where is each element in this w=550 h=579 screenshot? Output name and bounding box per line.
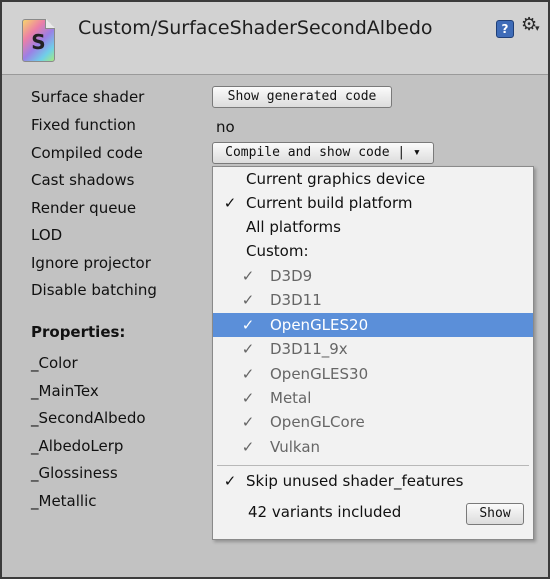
show-variants-button[interactable]: Show (466, 503, 524, 525)
cast-shadows-label: Cast shadows (31, 171, 135, 189)
render-queue-label: Render queue (31, 199, 137, 217)
lod-label: LOD (31, 226, 63, 244)
checkmark-icon: ✓ (241, 413, 255, 431)
menu-item-opengles20[interactable]: ✓ OpenGLES20 (213, 313, 533, 337)
menu-item-label: OpenGLES20 (270, 316, 369, 334)
properties-heading: Properties: (31, 323, 126, 341)
inspector-header: S Custom/SurfaceShaderSecondAlbedo ? ⚙ ▾ (2, 2, 548, 75)
checkmark-icon: ✓ (241, 267, 255, 285)
checkmark-icon: ✓ (241, 389, 255, 407)
menu-item-label: Current build platform (246, 194, 413, 212)
checkmark-icon: ✓ (241, 340, 255, 358)
menu-item-all-platforms[interactable]: All platforms (213, 215, 533, 239)
surface-shader-label: Surface shader (31, 88, 145, 106)
menu-item-current-graphics-device[interactable]: Current graphics device (213, 167, 533, 191)
inspector-panel: S Custom/SurfaceShaderSecondAlbedo ? ⚙ ▾… (0, 0, 550, 579)
menu-item-label: Vulkan (270, 438, 321, 456)
menu-item-label: Metal (270, 389, 312, 407)
property-item: _AlbedoLerp (31, 437, 124, 455)
menu-item-vulkan[interactable]: ✓ Vulkan (213, 435, 533, 459)
menu-item-metal[interactable]: ✓ Metal (213, 386, 533, 410)
compile-platform-menu: Current graphics device ✓ Current build pl… (212, 166, 534, 540)
shader-icon-letter: S (31, 30, 46, 54)
chevron-down-icon[interactable]: ▾ (535, 24, 540, 34)
checkmark-icon: ✓ (241, 365, 255, 383)
variants-count: 42 variants included (248, 503, 402, 521)
fixed-function-value: no (216, 118, 235, 136)
menu-item-custom[interactable]: Custom: (213, 239, 533, 263)
compile-and-show-code-button[interactable]: Compile and show code | ▾ (212, 142, 434, 164)
menu-item-label: D3D11_9x (270, 340, 348, 358)
property-item: _MainTex (31, 382, 99, 400)
shader-file-icon: S (22, 19, 55, 62)
menu-item-current-build-platform[interactable]: ✓ Current build platform (213, 191, 533, 215)
compiled-code-label: Compiled code (31, 144, 143, 162)
menu-item-label: Current graphics device (246, 170, 426, 188)
property-item: _SecondAlbedo (31, 409, 146, 427)
checkmark-icon: ✓ (223, 194, 237, 212)
checkmark-icon: ✓ (241, 291, 255, 309)
menu-item-skip-unused-shader-features[interactable]: ✓ Skip unused shader_features (213, 469, 533, 493)
page-fold-icon (45, 19, 55, 29)
menu-item-d3d11-9x[interactable]: ✓ D3D11_9x (213, 337, 533, 361)
menu-item-label: Custom: (246, 242, 309, 260)
menu-item-label: Skip unused shader_features (246, 472, 464, 490)
shader-title: Custom/SurfaceShaderSecondAlbedo (78, 17, 433, 39)
checkmark-icon: ✓ (223, 472, 237, 490)
menu-item-label: OpenGLCore (270, 413, 365, 431)
ignore-projector-label: Ignore projector (31, 254, 151, 272)
menu-item-opengles30[interactable]: ✓ OpenGLES30 (213, 362, 533, 386)
checkmark-icon: ✓ (241, 316, 255, 334)
menu-item-label: OpenGLES30 (270, 365, 369, 383)
checkmark-icon: ✓ (241, 438, 255, 456)
property-item: _Color (31, 354, 78, 372)
menu-separator (217, 465, 529, 466)
menu-item-label: D3D11 (270, 291, 322, 309)
menu-item-d3d11[interactable]: ✓ D3D11 (213, 288, 533, 312)
property-item: _Glossiness (31, 464, 118, 482)
menu-item-openglcore[interactable]: ✓ OpenGLCore (213, 410, 533, 434)
menu-item-label: D3D9 (270, 267, 313, 285)
menu-item-d3d9[interactable]: ✓ D3D9 (213, 264, 533, 288)
property-item: _Metallic (31, 492, 97, 510)
disable-batching-label: Disable batching (31, 281, 157, 299)
menu-item-label: All platforms (246, 218, 341, 236)
help-icon[interactable]: ? (496, 20, 514, 38)
show-generated-code-button[interactable]: Show generated code (212, 86, 392, 108)
fixed-function-label: Fixed function (31, 116, 136, 134)
